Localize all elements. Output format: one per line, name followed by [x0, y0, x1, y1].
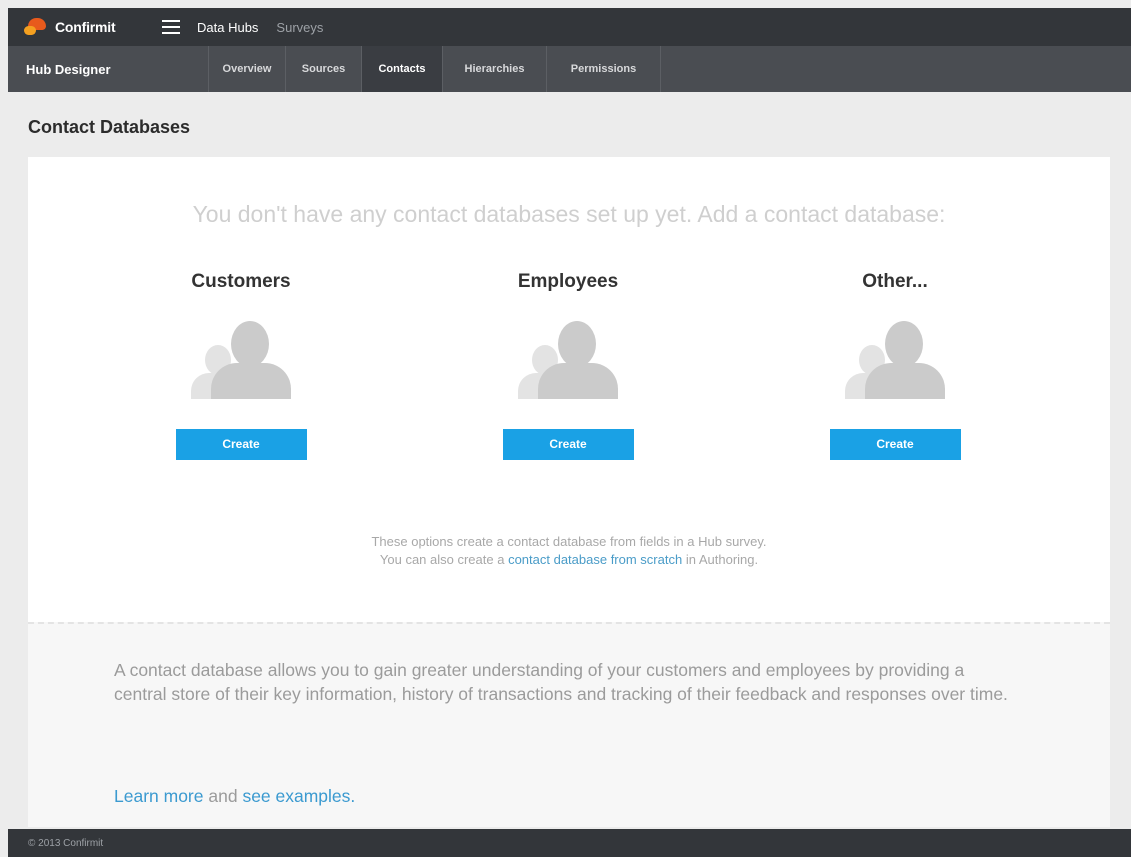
option-title-customers: Customers — [191, 271, 291, 292]
contact-databases-card: You don't have any contact databases set… — [28, 157, 1110, 827]
help-note-line2: You can also create a contact database f… — [379, 552, 759, 567]
hub-designer-title: Hub Designer — [26, 61, 111, 77]
contacts-icon — [181, 321, 301, 411]
option-title-other: Other... — [862, 271, 928, 292]
help-note: These options create a contact database … — [28, 533, 1110, 569]
contacts-icon — [508, 321, 628, 411]
learn-more-link[interactable]: Learn more — [114, 786, 204, 806]
sub-navigation-bar: Hub Designer Overview Sources Contacts H… — [8, 46, 1131, 92]
nav-link-surveys[interactable]: Surveys — [276, 20, 323, 35]
tab-hierarchies[interactable]: Hierarchies — [442, 46, 546, 92]
tab-list: Overview Sources Contacts Hierarchies Pe… — [208, 46, 661, 92]
empty-state-headline: You don't have any contact databases set… — [192, 201, 946, 227]
nav-link-data-hubs[interactable]: Data Hubs — [197, 20, 258, 35]
help-note-line1: These options create a contact database … — [371, 534, 767, 549]
tab-overview[interactable]: Overview — [208, 46, 285, 92]
option-employees: Employees Create — [468, 271, 668, 460]
tab-permissions[interactable]: Permissions — [546, 46, 660, 92]
footer: © 2013 Confirmit — [8, 829, 1131, 857]
top-navigation-bar: Confirmit Data Hubs Surveys — [8, 8, 1131, 46]
logo-text: Confirmit — [55, 19, 116, 35]
option-other: Other... Create — [795, 271, 995, 460]
option-customers: Customers Create — [141, 271, 341, 460]
hamburger-menu-icon[interactable] — [162, 20, 180, 34]
tab-sources[interactable]: Sources — [285, 46, 361, 92]
page-title: Contact Databases — [28, 117, 191, 137]
tab-contacts[interactable]: Contacts — [361, 46, 442, 92]
contacts-icon — [835, 321, 955, 411]
create-customers-button[interactable]: Create — [175, 429, 307, 460]
learn-more-line: Learn more and see examples. — [114, 786, 356, 806]
info-description: A contact database allows you to gain gr… — [114, 660, 1008, 704]
confirmit-logo[interactable]: Confirmit — [24, 18, 158, 36]
create-employees-button[interactable]: Create — [502, 429, 634, 460]
create-other-button[interactable]: Create — [829, 429, 961, 460]
confirmit-logo-icon — [24, 18, 48, 36]
contact-database-from-scratch-link[interactable]: contact database from scratch — [508, 552, 682, 567]
option-title-employees: Employees — [517, 271, 619, 292]
see-examples-link[interactable]: see examples. — [242, 786, 355, 806]
